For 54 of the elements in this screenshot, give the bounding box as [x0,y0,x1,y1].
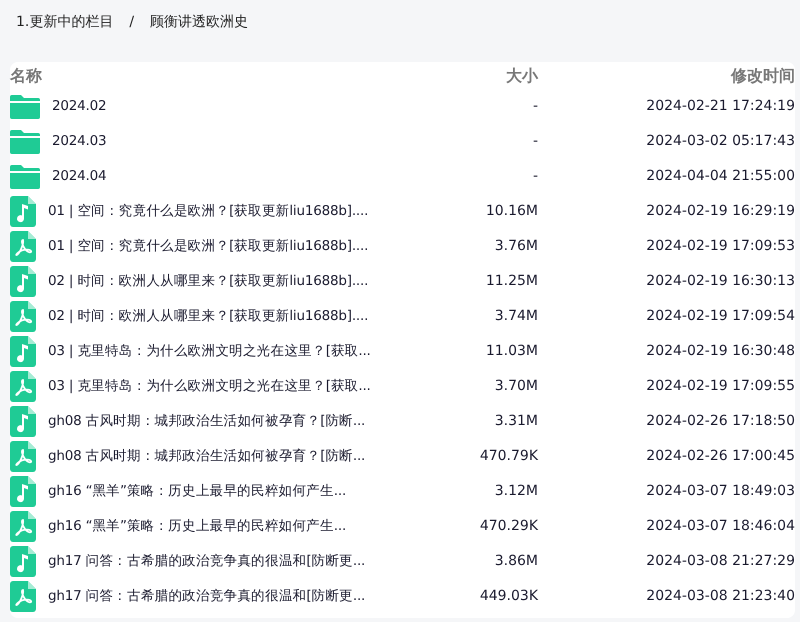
modified-time: 2024-02-19 17:09:54 [645,307,795,326]
column-header[interactable]: 名称 [10,64,428,88]
file-name[interactable]: 03 | 克里特岛：为什么欧洲文明之光在这里？[获取... [48,376,371,397]
file-size: 3.74M [494,307,538,326]
file-size: 3.31M [494,412,538,431]
column-header[interactable]: 大小 [428,64,538,88]
file-size: - [532,132,538,151]
file-name[interactable]: gh16 “黑羊”策略：历史上最早的民粹如何产生... [48,516,346,537]
file-name[interactable]: 02 | 时间：欧洲人从哪里来？[获取更新liu1688b].... [48,271,368,292]
folder-icon [10,130,40,154]
file-name[interactable]: gh16 “黑羊”策略：历史上最早的民粹如何产生... [48,481,346,502]
modified-time: 2024-02-19 16:29:19 [645,202,795,221]
modified-time: 2024-02-19 16:30:13 [645,272,795,291]
modified-time: 2024-03-08 21:27:29 [645,552,795,571]
file-name[interactable]: gh17 问答：古希腊的政治竞争真的很温和[防断更... [48,551,366,572]
file-name[interactable]: 02 | 时间：欧洲人从哪里来？[获取更新liu1688b].... [48,306,368,327]
file-name[interactable]: 01 | 空间：究竟什么是欧洲？[获取更新liu1688b].... [48,201,368,222]
file-size: - [532,167,538,186]
folder-name[interactable]: 2024.03 [52,131,106,152]
file-name[interactable]: 01 | 空间：究竟什么是欧洲？[获取更新liu1688b].... [48,236,368,257]
folder-icon [10,164,40,188]
modified-time: 2024-04-04 21:55:00 [645,167,795,186]
modified-time: 2024-02-21 17:24:19 [645,97,795,116]
modified-time: 2024-02-19 16:30:48 [645,342,795,361]
file-size: 449.03K [478,587,538,606]
modified-time: 2024-03-08 21:23:40 [645,587,795,606]
modified-time: 2024-03-02 05:17:43 [645,132,795,151]
breadcrumb-link[interactable]: 1.更新中的栏目 [16,12,114,62]
modified-time: 2024-02-19 17:09:53 [645,237,795,256]
breadcrumb-link[interactable]: 顾衡讲透欧洲史 [150,12,248,62]
folder-name[interactable]: 2024.04 [52,166,106,187]
file-size: 10.16M [484,202,538,221]
file-size: 3.12M [494,482,538,501]
file-name[interactable]: gh17 问答：古希腊的政治竞争真的很温和[防断更... [48,586,366,607]
file-size: 11.03M [484,342,538,361]
file-size: 3.86M [494,552,538,571]
folder-icon [10,94,40,118]
file-size: 470.29K [478,517,538,536]
modified-time: 2024-03-07 18:46:04 [645,517,795,536]
column-header[interactable]: 修改时间 [538,64,795,88]
file-size: 11.25M [484,272,538,291]
modified-time: 2024-02-19 17:09:55 [645,377,795,396]
file-size: 470.79K [478,447,538,466]
folder-name[interactable]: 2024.02 [52,96,106,117]
file-name[interactable]: gh08 古风时期：城邦政治生活如何被孕育？[防断... [48,411,366,432]
modified-time: 2024-03-07 18:49:03 [645,482,795,501]
modified-time: 2024-02-26 17:18:50 [645,412,795,431]
modified-time: 2024-02-26 17:00:45 [645,447,795,466]
file-name[interactable]: gh08 古风时期：城邦政治生活如何被孕育？[防断... [48,446,366,467]
file-name[interactable]: 03 | 克里特岛：为什么欧洲文明之光在这里？[获取... [48,341,371,362]
file-size: 3.70M [494,377,538,396]
breadcrumb-separator: / [129,13,134,32]
file-size: - [532,97,538,116]
file-size: 3.76M [494,237,538,256]
